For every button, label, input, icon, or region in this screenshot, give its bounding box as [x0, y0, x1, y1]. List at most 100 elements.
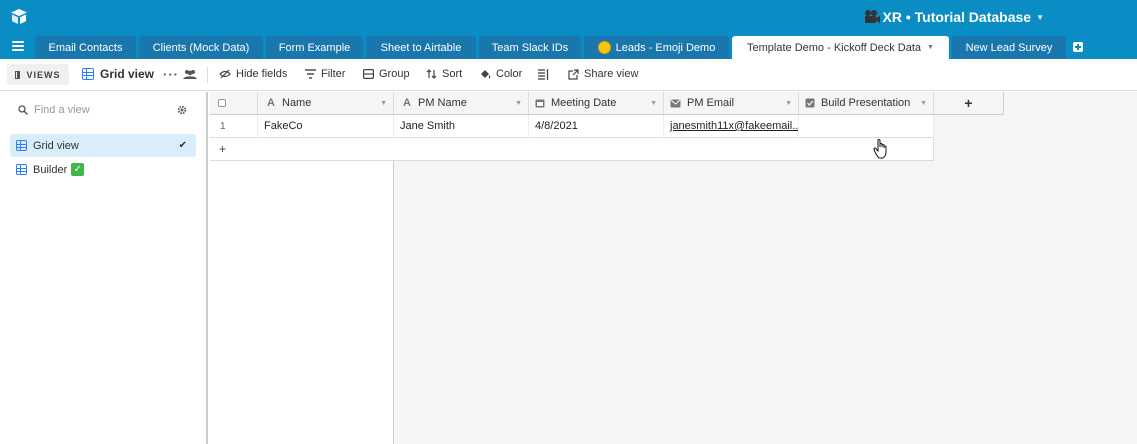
green-check-emoji-icon: ✓ — [71, 163, 85, 176]
chevron-down-icon[interactable]: ▼ — [650, 100, 657, 107]
menu-icon[interactable] — [12, 41, 24, 51]
select-all-header — [210, 92, 258, 115]
hide-fields-button[interactable]: Hide fields — [219, 68, 287, 80]
filter-button[interactable]: Filter — [305, 68, 345, 80]
add-column-button[interactable]: + — [934, 92, 1004, 115]
tab-label: Team Slack IDs — [491, 41, 569, 54]
tab-team-slack-ids[interactable]: Team Slack IDs — [479, 36, 581, 59]
views-sidebar: Find a view Grid view ✔ Builder ✓ — [0, 92, 208, 444]
grid-view-icon — [16, 140, 27, 151]
email-icon — [670, 99, 681, 107]
current-view-label: Grid view — [100, 67, 155, 81]
tab-label: Template Demo - Kickoff Deck Data — [747, 41, 922, 54]
more-options-icon[interactable]: ··· — [163, 67, 179, 82]
tab-label: New Lead Survey — [965, 41, 1053, 54]
group-icon — [363, 69, 374, 79]
checkbox-field-icon — [805, 98, 815, 108]
hand-cursor-icon — [873, 139, 887, 159]
chevron-down-icon[interactable]: ▼ — [380, 100, 387, 107]
tab-email-contacts[interactable]: Email Contacts — [35, 36, 136, 59]
current-view-switcher[interactable]: Grid view — [82, 67, 154, 81]
calendar-icon — [535, 99, 545, 108]
row-height-icon[interactable] — [538, 69, 549, 80]
tab-leads-emoji-demo[interactable]: Leads - Emoji Demo — [584, 36, 729, 59]
tab-sheet-to-airtable[interactable]: Sheet to Airtable — [366, 36, 476, 59]
group-label: Group — [379, 68, 410, 80]
color-label: Color — [496, 68, 523, 80]
column-label: Build Presentation — [821, 97, 911, 109]
view-label: Grid view — [33, 139, 79, 152]
airtable-logo-icon[interactable] — [10, 8, 28, 26]
cell-build-presentation[interactable] — [799, 115, 934, 138]
movie-camera-icon — [864, 10, 880, 23]
search-icon — [18, 105, 28, 115]
filter-icon — [305, 69, 316, 79]
add-row-area[interactable] — [394, 138, 934, 161]
select-all-checkbox[interactable] — [218, 99, 226, 107]
yellow-circle-emoji-icon — [597, 41, 611, 54]
group-button[interactable]: Group — [363, 68, 410, 80]
tab-label: Form Example — [278, 41, 351, 54]
tab-clients-mock-data[interactable]: Clients (Mock Data) — [139, 36, 263, 59]
chevron-down-icon[interactable]: ▼ — [927, 44, 934, 51]
checkmark-icon: ✔ — [178, 140, 187, 151]
text-field-icon: A — [403, 97, 411, 109]
find-view-placeholder: Find a view — [34, 104, 90, 116]
sort-button[interactable]: Sort — [426, 68, 462, 80]
find-view-input[interactable]: Find a view — [18, 104, 90, 116]
sort-label: Sort — [442, 68, 463, 80]
tab-label: Leads - Emoji Demo — [615, 41, 716, 54]
column-header-name[interactable]: A Name ▼ — [258, 92, 394, 115]
eye-slash-icon — [219, 69, 231, 79]
share-view-label: Share view — [584, 68, 639, 80]
chevron-down-icon[interactable]: ▼ — [920, 100, 927, 107]
text-field-icon: A — [267, 97, 275, 109]
color-button[interactable]: Color — [479, 68, 522, 80]
share-icon — [568, 68, 579, 80]
base-title[interactable]: XR • Tutorial Database ▼ — [863, 8, 1044, 26]
add-table-icon[interactable] — [1073, 42, 1083, 52]
tab-form-example[interactable]: Form Example — [266, 36, 363, 59]
views-label: VIEWS — [26, 69, 61, 80]
chevron-down-icon[interactable]: ▼ — [515, 100, 522, 107]
tab-new-lead-survey[interactable]: New Lead Survey — [952, 36, 1066, 59]
grid-view-icon — [82, 68, 94, 80]
column-header-build-presentation[interactable]: Build Presentation ▼ — [799, 92, 934, 115]
tab-template-demo-kickoff-deck-data[interactable]: Template Demo - Kickoff Deck Data ▼ — [732, 36, 949, 59]
sidebar-toggle-icon — [15, 70, 21, 79]
column-header-pm-name[interactable]: A PM Name ▼ — [394, 92, 529, 115]
top-bar: XR • Tutorial Database ▼ — [0, 0, 1137, 34]
grid-area: A Name ▼ A PM Name ▼ Meeting Date ▼ PM E… — [210, 92, 1137, 444]
column-label: PM Name — [418, 97, 467, 109]
share-view-button[interactable]: Share view — [568, 68, 638, 80]
base-title-text: XR • Tutorial Database — [882, 9, 1032, 25]
tab-label: Clients (Mock Data) — [152, 41, 250, 54]
column-header-pm-email[interactable]: PM Email ▼ — [664, 92, 799, 115]
cell-pm-name[interactable]: Jane Smith — [394, 115, 529, 138]
sidebar-view-builder[interactable]: Builder ✓ — [10, 158, 196, 181]
cell-name[interactable]: FakeCo — [258, 115, 394, 138]
add-row-button[interactable]: + — [210, 138, 394, 161]
column-label: PM Email — [687, 97, 735, 109]
chevron-down-icon[interactable]: ▼ — [785, 100, 792, 107]
cell-meeting-date[interactable]: 4/8/2021 — [529, 115, 664, 138]
column-label: Meeting Date — [551, 97, 617, 109]
hide-fields-label: Hide fields — [236, 68, 288, 80]
view-toolbar: VIEWS Grid view ··· Hide fields Filter G… — [0, 59, 1137, 91]
toolbar-divider — [207, 67, 208, 83]
column-label: Name — [282, 97, 312, 109]
paint-bucket-icon — [481, 69, 491, 78]
gear-icon[interactable] — [177, 105, 187, 115]
row-number: 1 — [210, 115, 258, 138]
column-header-meeting-date[interactable]: Meeting Date ▼ — [529, 92, 664, 115]
view-label: Builder — [33, 163, 68, 176]
collaborative-view-icon[interactable] — [183, 69, 197, 79]
tab-label: Email Contacts — [48, 41, 123, 54]
sidebar-view-grid-view[interactable]: Grid view ✔ — [10, 134, 196, 157]
sort-icon — [426, 69, 437, 79]
table-tab-bar: Email Contacts Clients (Mock Data) Form … — [0, 34, 1137, 59]
chevron-down-icon: ▼ — [1036, 12, 1044, 22]
grid-view-icon — [16, 164, 27, 175]
cell-pm-email[interactable]: janesmith11x@fakeemail... — [664, 115, 799, 138]
views-toggle-button[interactable]: VIEWS — [7, 64, 69, 85]
